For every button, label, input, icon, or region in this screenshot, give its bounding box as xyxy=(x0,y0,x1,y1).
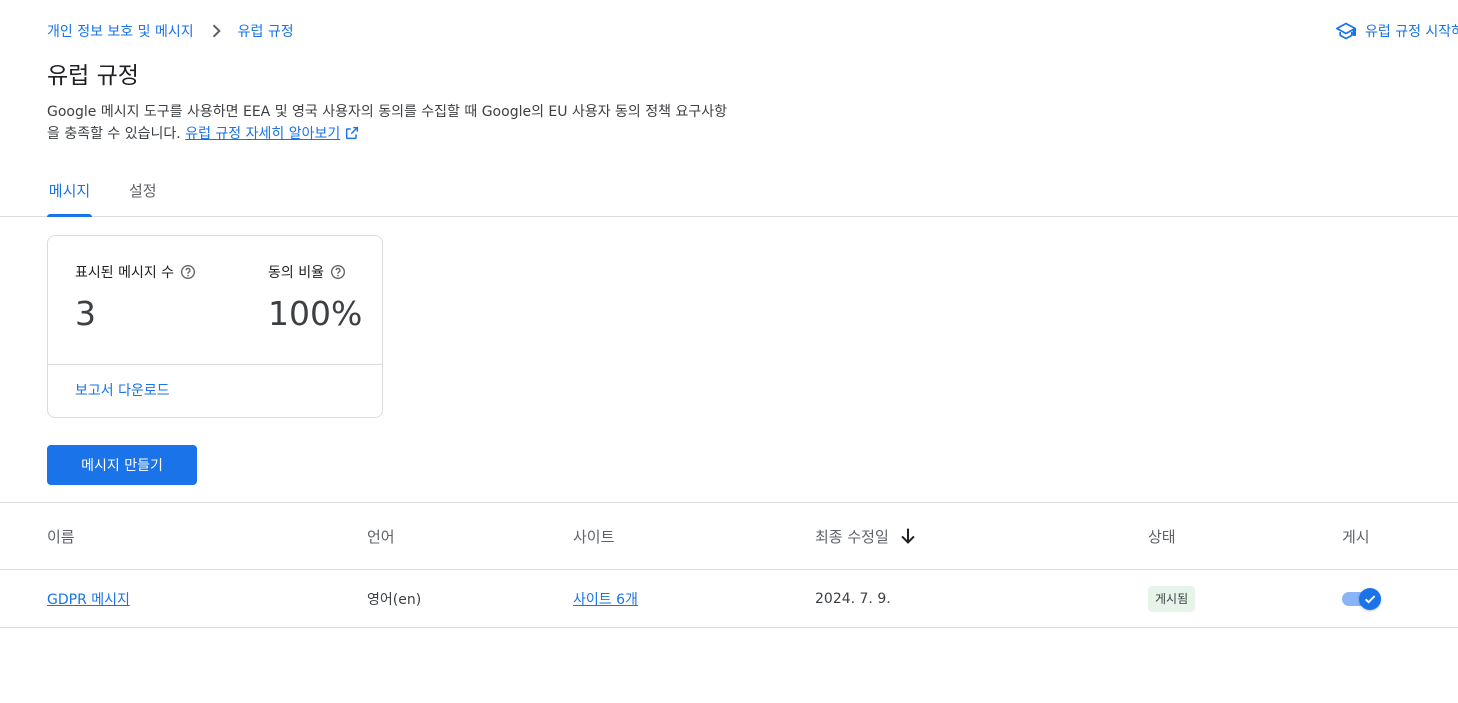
school-icon xyxy=(1336,22,1356,40)
consent-rate-value: 100% xyxy=(268,294,363,333)
status-badge: 게시됨 xyxy=(1148,585,1196,612)
consent-rate-label: 동의 비율 xyxy=(268,262,362,282)
message-name-link[interactable]: GDPR 메시지 xyxy=(47,570,130,627)
page-title: 유럽 규정 xyxy=(47,63,139,89)
table-row: GDPR 메시지 영어(en) 사이트 6개 2024. 7. 9. 게시됨 xyxy=(0,570,1458,628)
tab-settings[interactable]: 설정 xyxy=(129,164,157,216)
messages-table: 이름 언어 사이트 최종 수정일 상태 게시 GDPR 메시지 영어(en) 사… xyxy=(0,502,1458,628)
create-message-button[interactable]: 메시지 만들기 xyxy=(47,445,197,485)
breadcrumb-current[interactable]: 유럽 규정 xyxy=(238,21,294,41)
breadcrumb-parent-link[interactable]: 개인 정보 보호 및 메시지 xyxy=(47,21,194,41)
consent-rate-label-text: 동의 비율 xyxy=(268,265,324,281)
tab-bar: 메시지 설정 xyxy=(0,164,1458,217)
publish-toggle[interactable] xyxy=(1342,587,1382,611)
message-modified-date: 2024. 7. 9. xyxy=(815,590,891,607)
message-language: 영어(en) xyxy=(367,591,422,608)
publish-cell xyxy=(1342,570,1382,627)
column-header-publish: 게시 xyxy=(1342,527,1370,546)
column-header-sites: 사이트 xyxy=(573,527,615,546)
download-report-link[interactable]: 보고서 다운로드 xyxy=(75,380,170,400)
column-header-modified-label: 최종 수정일 xyxy=(815,527,889,546)
get-started-guide-label: 유럽 규정 시작하기 xyxy=(1365,24,1458,40)
column-header-name: 이름 xyxy=(47,527,75,546)
open-in-new-icon xyxy=(346,126,359,140)
description-text: Google 메시지 도구를 사용하면 EEA 및 영국 사용자의 동의를 수집… xyxy=(47,104,727,142)
get-started-guide-link[interactable]: 유럽 규정 시작하기 xyxy=(1336,19,1458,43)
help-icon[interactable] xyxy=(330,264,346,280)
learn-more-label: 유럽 규정 자세히 알아보기 xyxy=(185,126,341,142)
messages-shown-stat: 표시된 메시지 수 3 xyxy=(75,262,196,333)
check-icon xyxy=(1364,594,1376,604)
toggle-thumb xyxy=(1359,587,1381,610)
messages-shown-label-text: 표시된 메시지 수 xyxy=(75,265,175,281)
messages-shown-label: 표시된 메시지 수 xyxy=(75,262,196,282)
table-header: 이름 언어 사이트 최종 수정일 상태 게시 xyxy=(0,502,1458,570)
help-icon[interactable] xyxy=(180,264,196,280)
arrow-down-icon[interactable] xyxy=(897,525,919,547)
learn-more-link[interactable]: 유럽 규정 자세히 알아보기 xyxy=(185,126,360,142)
tab-messages[interactable]: 메시지 xyxy=(47,164,92,217)
breadcrumb: 개인 정보 보호 및 메시지 유럽 규정 xyxy=(47,19,294,43)
column-header-status: 상태 xyxy=(1148,527,1176,546)
stats-divider xyxy=(48,364,382,365)
messages-shown-value: 3 xyxy=(75,294,96,333)
status-cell: 게시됨 xyxy=(1148,570,1196,627)
consent-rate-stat: 동의 비율 100% xyxy=(268,262,362,333)
stats-card: 표시된 메시지 수 3 동의 비율 100% 보고서 다운로드 xyxy=(47,235,383,418)
chevron-right-icon xyxy=(194,19,238,43)
column-header-language: 언어 xyxy=(367,527,395,546)
message-sites-link[interactable]: 사이트 6개 xyxy=(573,570,638,627)
column-header-modified[interactable]: 최종 수정일 xyxy=(815,503,919,569)
page-description: Google 메시지 도구를 사용하면 EEA 및 영국 사용자의 동의를 수집… xyxy=(47,101,737,145)
